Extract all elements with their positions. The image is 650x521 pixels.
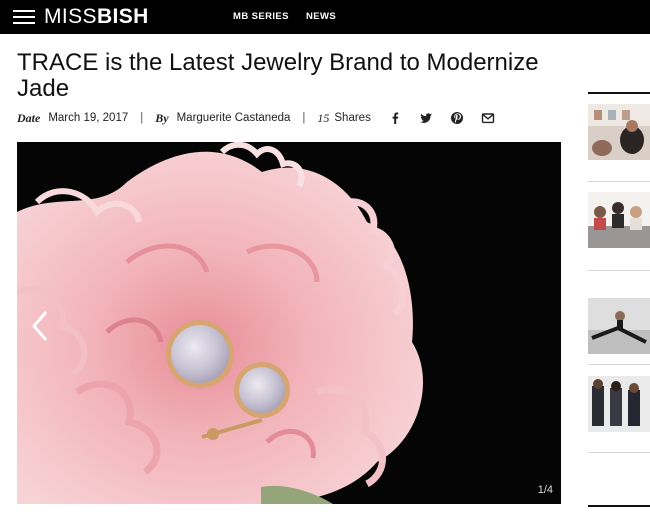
site-logo[interactable]: MISSBISH — [44, 5, 149, 29]
byline-separator: | — [140, 112, 144, 124]
sidebar-divider — [588, 452, 650, 453]
twitter-icon[interactable] — [419, 111, 433, 125]
article-title: TRACE is the Latest Jewelry Brand to Mod… — [17, 49, 539, 102]
top-navigation-bar: MISSBISH MB SERIES NEWS — [0, 0, 650, 34]
by-label: By — [155, 110, 169, 125]
share-label: Shares — [334, 112, 371, 124]
sidebar-divider — [588, 181, 650, 182]
nav-link-mb-series[interactable]: MB SERIES — [233, 11, 289, 22]
sidebar-divider — [588, 364, 650, 365]
sidebar-thumbnail[interactable] — [588, 376, 650, 432]
sidebar-divider — [588, 505, 650, 507]
publish-date: March 19, 2017 — [48, 112, 129, 124]
sidebar-divider — [588, 270, 650, 271]
nav-link-news[interactable]: NEWS — [306, 11, 336, 22]
article-byline: Date March 19, 2017 | By Marguerite Cast… — [17, 110, 495, 126]
byline-separator: | — [302, 112, 306, 124]
hamburger-menu-icon[interactable] — [13, 10, 35, 24]
hero-image-gallery: 1/4 — [17, 142, 561, 504]
sidebar-thumbnail[interactable] — [588, 298, 650, 354]
pinterest-icon[interactable] — [450, 111, 464, 125]
author-name[interactable]: Marguerite Castaneda — [177, 112, 291, 124]
carnation-earrings-photo — [17, 142, 561, 504]
sidebar-divider — [588, 92, 650, 94]
sidebar-thumbnail[interactable] — [588, 104, 650, 160]
date-label: Date — [17, 110, 41, 125]
email-icon[interactable] — [481, 111, 495, 125]
sidebar-thumbnail[interactable] — [588, 192, 650, 248]
share-count: 15 — [317, 110, 330, 125]
facebook-icon[interactable] — [388, 111, 402, 125]
chevron-left-icon[interactable] — [29, 309, 53, 343]
gallery-counter: 1/4 — [537, 484, 553, 496]
